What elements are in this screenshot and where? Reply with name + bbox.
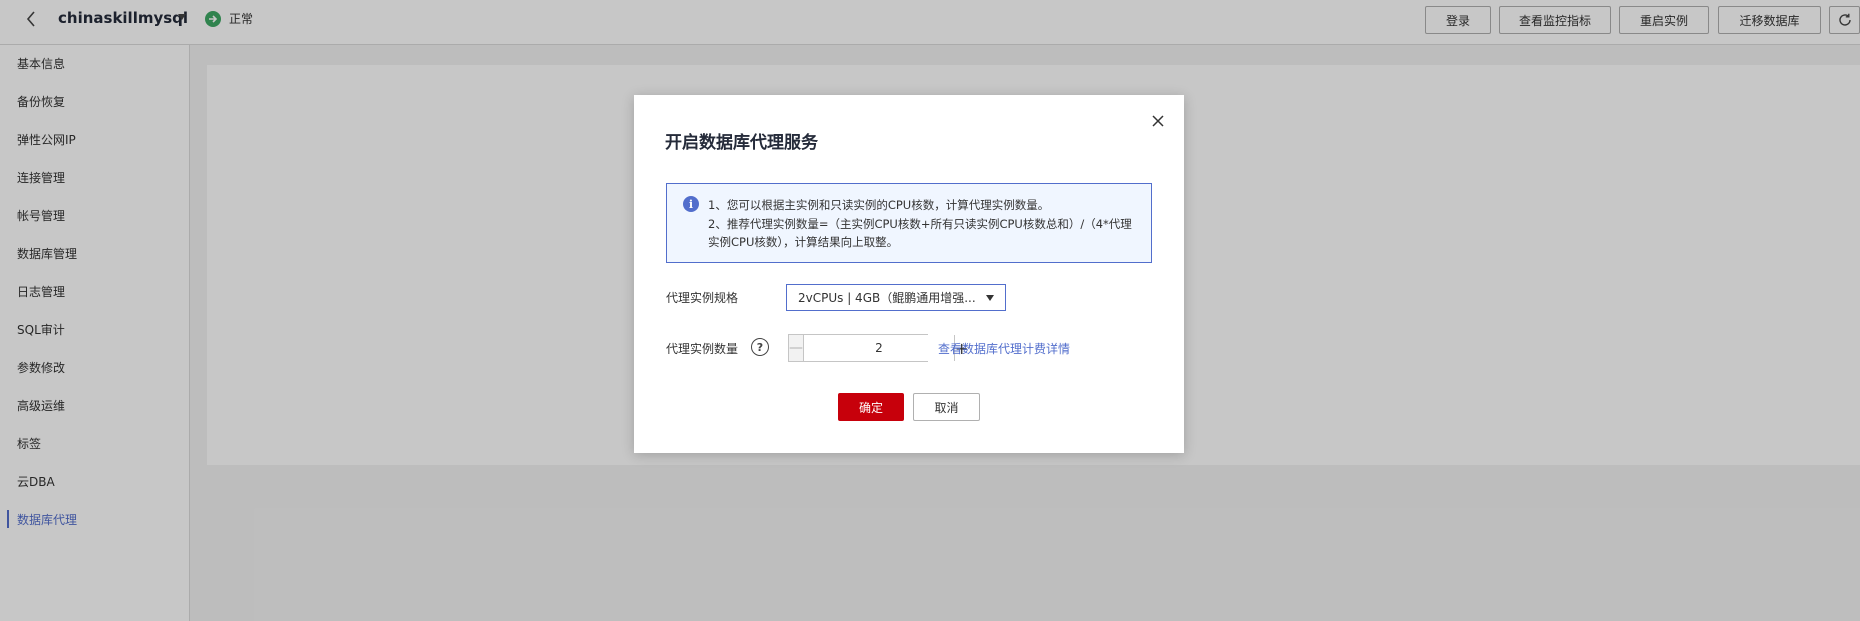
decrement-button[interactable]: — [789,335,804,361]
dialog-title: 开启数据库代理服务 [665,133,818,153]
info-line-2: 2、推荐代理实例数量=（主实例CPU核数+所有只读实例CPU核数总和）/（4*代… [708,217,1132,249]
close-button[interactable] [1149,112,1167,130]
count-label: 代理实例数量 [666,342,739,356]
confirm-button[interactable]: 确定 [838,393,904,421]
count-input[interactable] [804,335,954,361]
close-icon [1152,115,1164,127]
pricing-details-link[interactable]: 查看数据库代理计费详情 [938,340,1070,357]
spec-select-value: 2vCPUs | 4GB（鲲鹏通用增强... [798,291,976,305]
spec-label: 代理实例规格 [666,291,739,305]
spec-select[interactable]: 2vCPUs | 4GB（鲲鹏通用增强... [786,284,1006,311]
quantity-stepper: — + [788,334,969,362]
help-icon[interactable]: ? [751,338,769,356]
caret-down-icon [986,295,994,301]
enable-proxy-dialog: 开启数据库代理服务 i 1、您可以根据主实例和只读实例的CPU核数，计算代理实例… [634,95,1184,453]
cancel-button[interactable]: 取消 [913,393,980,421]
info-line-1: 1、您可以根据主实例和只读实例的CPU核数，计算代理实例数量。 [708,198,1050,212]
info-icon: i [683,196,699,212]
info-notice: i 1、您可以根据主实例和只读实例的CPU核数，计算代理实例数量。 2、推荐代理… [666,183,1152,263]
